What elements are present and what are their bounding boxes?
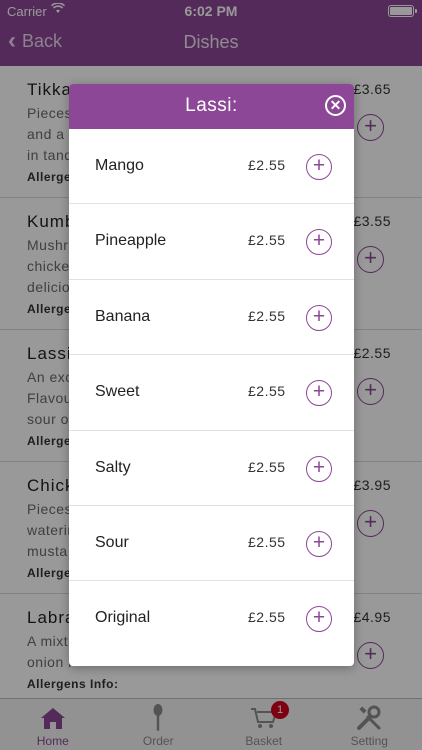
option-name: Banana [95, 307, 151, 325]
option-name: Mango [95, 157, 144, 174]
option-name: Sour [95, 533, 129, 551]
option-price: £2.55 [248, 232, 286, 249]
option-price: £2.55 [248, 533, 286, 550]
option-price: £2.55 [248, 383, 286, 400]
option-row[interactable]: Salty £2.55 + [69, 431, 354, 506]
add-circle-icon[interactable]: + [306, 304, 332, 331]
tools-icon [317, 703, 422, 733]
option-row[interactable]: Banana £2.55 + [69, 280, 354, 356]
modal-header: Lassi: ✕ [69, 84, 354, 129]
add-circle-icon[interactable]: + [306, 154, 332, 180]
modal-title: Lassi: [185, 95, 238, 116]
option-row[interactable]: Mango £2.55 + [69, 129, 354, 205]
lassi-options-modal: Lassi: ✕ Mango £2.55 + Pineapple £2.55 +… [69, 84, 354, 666]
option-price: £2.55 [248, 458, 286, 475]
option-name: Original [95, 609, 151, 627]
tab-label: Order [142, 734, 174, 748]
tab-order[interactable]: Order [106, 699, 212, 750]
option-row[interactable]: Pineapple £2.55 + [69, 204, 354, 280]
basket-count-badge: 1 [271, 701, 289, 719]
spoon-icon [106, 703, 212, 733]
option-row[interactable]: Sour £2.55 + [69, 506, 354, 582]
close-icon[interactable]: ✕ [325, 95, 346, 116]
cart-icon [211, 703, 317, 733]
option-name: Salty [95, 458, 131, 476]
tab-bar: Home Order 1 Basket Setting [0, 698, 422, 750]
option-name: Sweet [95, 383, 140, 401]
option-row[interactable]: Sweet £2.55 + [69, 355, 354, 431]
tab-label: Setting [350, 734, 388, 748]
tab-home[interactable]: Home [0, 699, 106, 750]
tab-setting[interactable]: Setting [317, 699, 422, 750]
option-price: £2.55 [248, 157, 286, 173]
add-circle-icon[interactable]: + [306, 229, 332, 256]
home-icon [0, 703, 106, 733]
option-price: £2.55 [248, 609, 286, 626]
option-row[interactable]: Original £2.55 + [69, 581, 354, 656]
add-circle-icon[interactable]: + [306, 530, 332, 557]
tab-label: Basket [245, 734, 283, 748]
add-circle-icon[interactable]: + [306, 606, 332, 633]
option-price: £2.55 [248, 307, 286, 324]
add-circle-icon[interactable]: + [306, 380, 332, 407]
add-circle-icon[interactable]: + [306, 455, 332, 482]
tab-basket[interactable]: 1 Basket [211, 699, 317, 750]
option-name: Pineapple [95, 232, 167, 250]
tab-label: Home [36, 734, 69, 748]
